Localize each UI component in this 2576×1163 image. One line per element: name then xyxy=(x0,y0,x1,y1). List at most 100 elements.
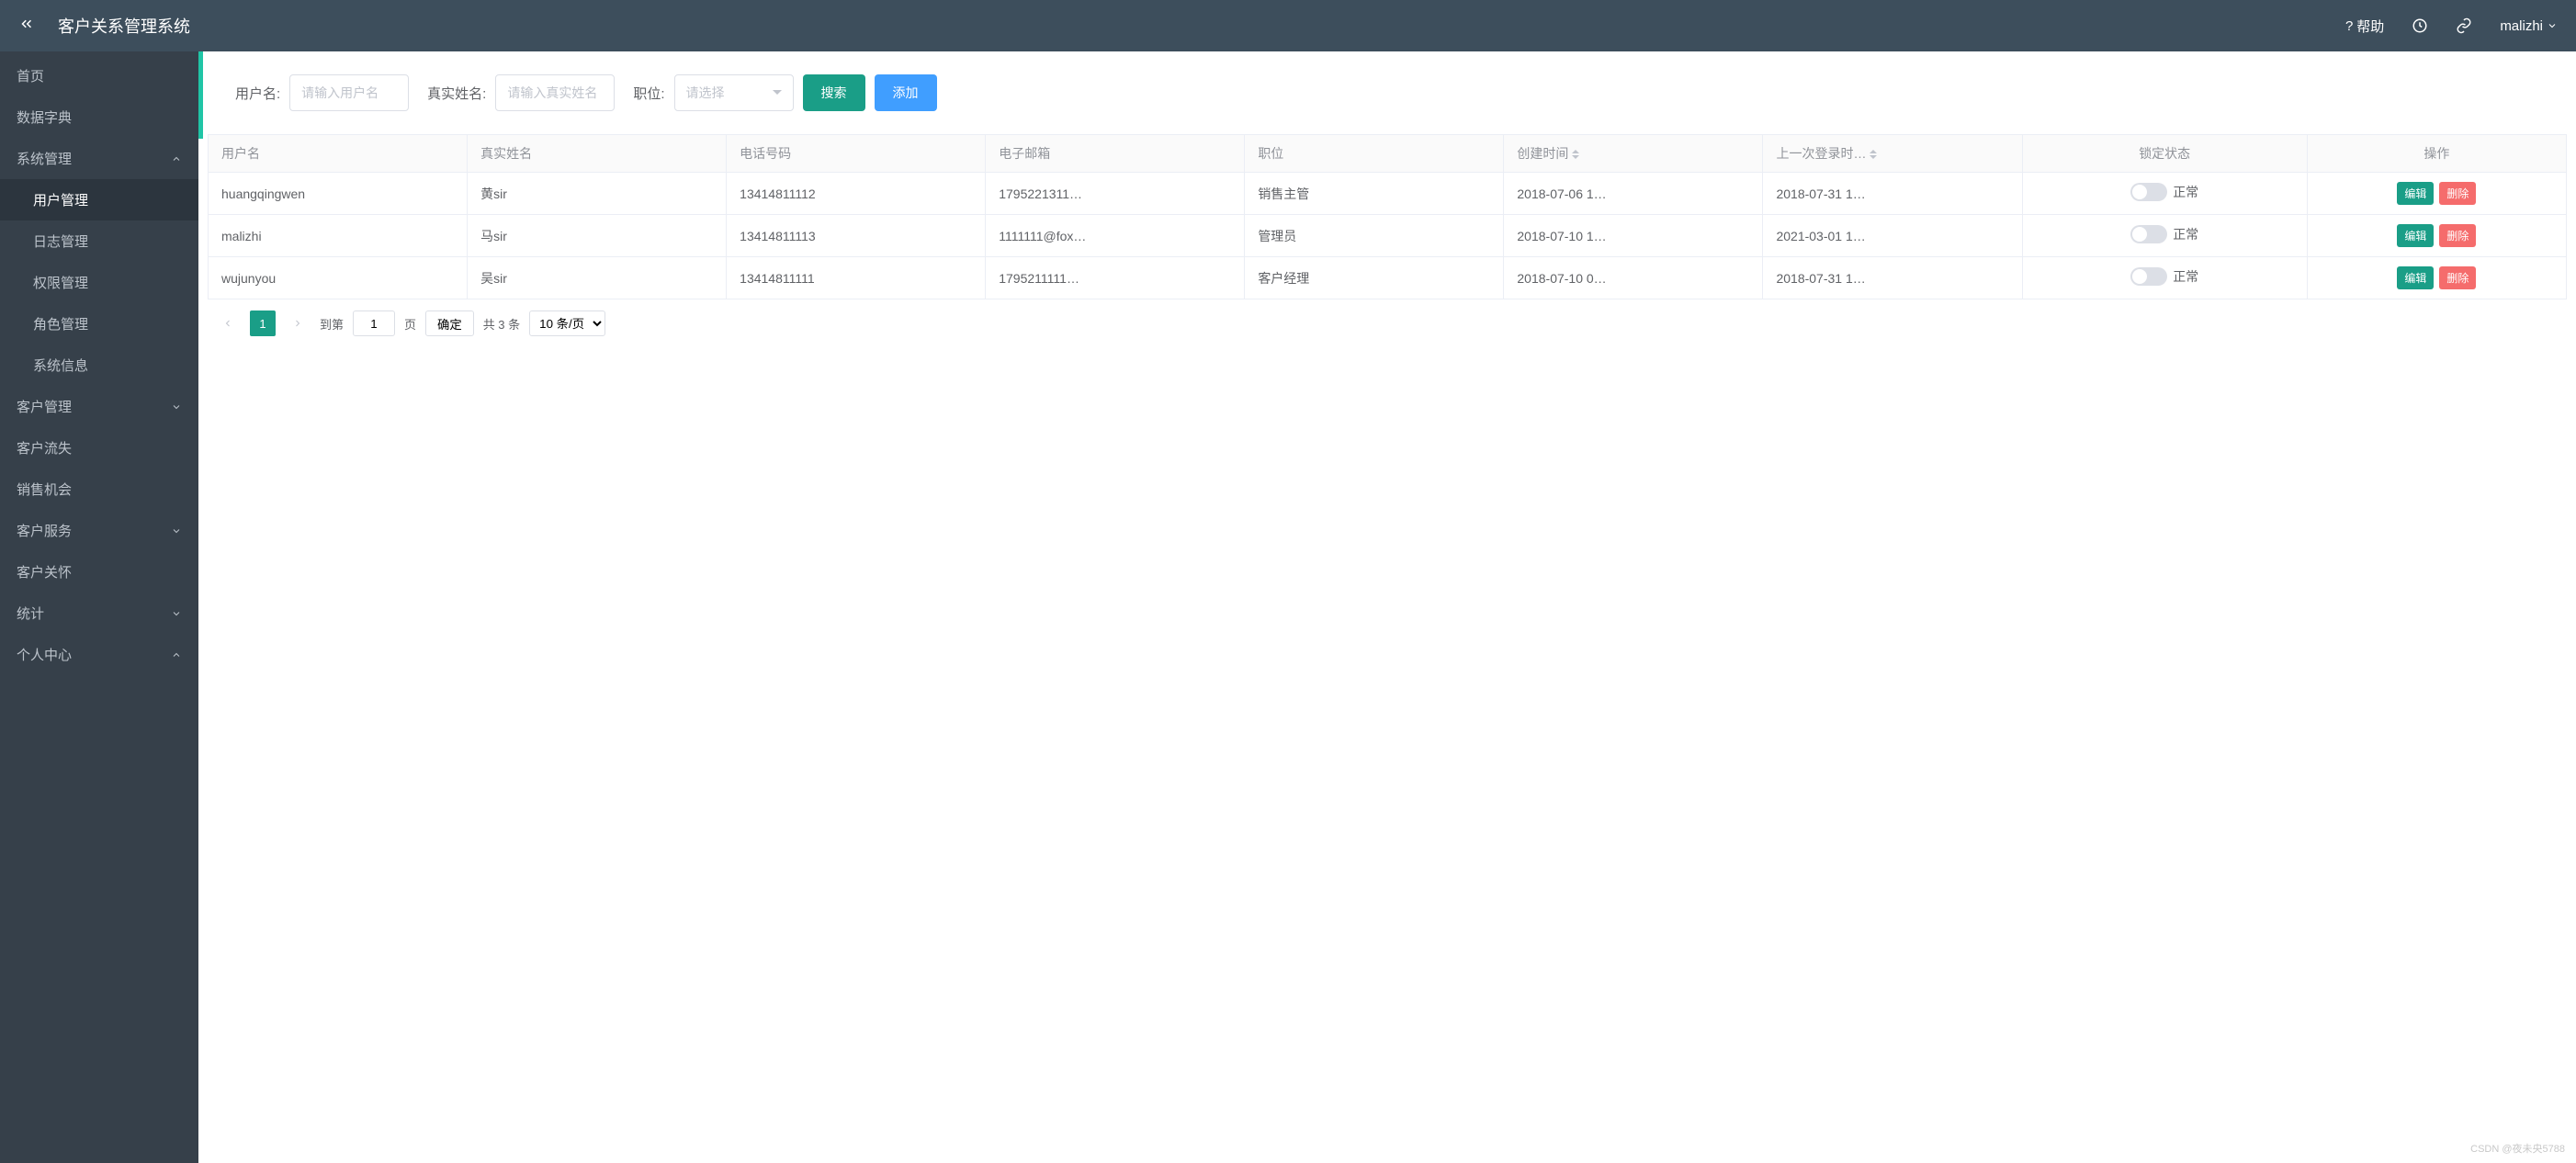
table-row: wujunyou吴sir134148111111795211111…客户经理20… xyxy=(209,257,2567,299)
history-icon[interactable] xyxy=(2412,17,2428,34)
search-bar: 用户名: 真实姓名: 职位: 请选择 搜索 添加 xyxy=(198,51,2576,134)
position-label: 职位: xyxy=(633,84,664,103)
page-number-1[interactable]: 1 xyxy=(250,311,276,336)
jump-suffix: 页 xyxy=(404,315,416,333)
search-button[interactable]: 搜索 xyxy=(803,74,865,111)
position-select[interactable]: 请选择 xyxy=(674,74,794,111)
username-label: 用户名: xyxy=(235,84,280,103)
pagination: 1 到第 页 确定 共 3 条 10 条/页 xyxy=(198,299,2576,347)
table-row: malizhi马sir134148111131111111@fox…管理员201… xyxy=(209,215,2567,257)
cell-phone: 13414811111 xyxy=(727,257,986,299)
question-icon: ? xyxy=(2345,18,2353,34)
prev-page-button[interactable] xyxy=(215,311,241,336)
sidebar-item-3[interactable]: 客户管理 xyxy=(0,386,198,427)
th-createtime[interactable]: 创建时间 xyxy=(1504,135,1763,173)
cell-email: 1795211111… xyxy=(986,257,1245,299)
cell-lastlogin: 2021-03-01 1… xyxy=(1763,215,2022,257)
realname-label: 真实姓名: xyxy=(427,84,486,103)
sidebar-subitem-2-0[interactable]: 用户管理 xyxy=(0,179,198,220)
realname-input[interactable] xyxy=(495,74,615,111)
sidebar-item-4[interactable]: 客户流失 xyxy=(0,427,198,469)
sidebar-item-7[interactable]: 客户关怀 xyxy=(0,551,198,593)
cell-realname: 黄sir xyxy=(468,173,727,215)
cell-email: 1111111@fox… xyxy=(986,215,1245,257)
lock-toggle[interactable] xyxy=(2130,225,2167,243)
cell-username: malizhi xyxy=(209,215,468,257)
app-title: 客户关系管理系统 xyxy=(58,14,190,38)
sidebar-subitem-2-3[interactable]: 角色管理 xyxy=(0,303,198,344)
sidebar-subitem-2-4[interactable]: 系统信息 xyxy=(0,344,198,386)
sidebar-item-label: 客户服务 xyxy=(17,521,72,540)
sort-icon xyxy=(1572,146,1579,163)
link-icon[interactable] xyxy=(2456,17,2472,34)
position-placeholder: 请选择 xyxy=(686,84,725,102)
help-label: 帮助 xyxy=(2356,17,2384,36)
jump-confirm-button[interactable]: 确定 xyxy=(425,311,474,336)
delete-button[interactable]: 删除 xyxy=(2439,182,2476,205)
lock-label: 正常 xyxy=(2173,183,2198,201)
sidebar-item-label: 客户流失 xyxy=(17,438,72,457)
edit-button[interactable]: 编辑 xyxy=(2397,224,2434,247)
chevron-down-icon xyxy=(2547,20,2558,31)
sidebar-item-1[interactable]: 数据字典 xyxy=(0,96,198,138)
username-input[interactable] xyxy=(289,74,409,111)
sidebar-subitem-2-2[interactable]: 权限管理 xyxy=(0,262,198,303)
th-username: 用户名 xyxy=(209,135,468,173)
th-email: 电子邮箱 xyxy=(986,135,1245,173)
total-count: 共 3 条 xyxy=(483,315,520,333)
cell-lockstatus: 正常 xyxy=(2022,173,2307,215)
sidebar-item-label: 首页 xyxy=(17,66,44,85)
cell-username: wujunyou xyxy=(209,257,468,299)
sidebar-item-label: 销售机会 xyxy=(17,480,72,499)
sidebar-item-2[interactable]: 系统管理 xyxy=(0,138,198,179)
lock-toggle[interactable] xyxy=(2130,267,2167,286)
edit-button[interactable]: 编辑 xyxy=(2397,266,2434,289)
next-page-button[interactable] xyxy=(285,311,311,336)
cell-lockstatus: 正常 xyxy=(2022,257,2307,299)
cell-actions: 编辑删除 xyxy=(2307,257,2566,299)
sidebar-item-0[interactable]: 首页 xyxy=(0,55,198,96)
add-button[interactable]: 添加 xyxy=(875,74,937,111)
th-actions: 操作 xyxy=(2307,135,2566,173)
th-lastlogin[interactable]: 上一次登录时… xyxy=(1763,135,2022,173)
cell-actions: 编辑删除 xyxy=(2307,215,2566,257)
sidebar-item-9[interactable]: 个人中心 xyxy=(0,634,198,675)
user-menu[interactable]: malizhi xyxy=(2500,18,2558,34)
cell-email: 1795221311… xyxy=(986,173,1245,215)
help-link[interactable]: ? 帮助 xyxy=(2345,17,2384,36)
sidebar-item-5[interactable]: 销售机会 xyxy=(0,469,198,510)
delete-button[interactable]: 删除 xyxy=(2439,224,2476,247)
lock-toggle[interactable] xyxy=(2130,183,2167,201)
sidebar: 首页数据字典系统管理用户管理日志管理权限管理角色管理系统信息客户管理客户流失销售… xyxy=(0,51,198,1163)
header: 客户关系管理系统 ? 帮助 malizhi xyxy=(0,0,2576,51)
chevron-up-icon xyxy=(171,153,182,164)
edit-button[interactable]: 编辑 xyxy=(2397,182,2434,205)
sidebar-item-label: 个人中心 xyxy=(17,645,72,664)
sidebar-item-label: 系统管理 xyxy=(17,149,72,168)
cell-phone: 13414811113 xyxy=(727,215,986,257)
sidebar-item-8[interactable]: 统计 xyxy=(0,593,198,634)
th-position: 职位 xyxy=(1245,135,1504,173)
cell-phone: 13414811112 xyxy=(727,173,986,215)
table-row: huangqingwen黄sir134148111121795221311…销售… xyxy=(209,173,2567,215)
sidebar-item-label: 客户关怀 xyxy=(17,562,72,582)
sidebar-item-label: 统计 xyxy=(17,604,44,623)
cell-lastlogin: 2018-07-31 1… xyxy=(1763,173,2022,215)
lock-label: 正常 xyxy=(2173,267,2198,286)
cell-position: 管理员 xyxy=(1245,215,1504,257)
sidebar-collapse-icon[interactable] xyxy=(18,16,35,37)
chevron-down-icon xyxy=(171,401,182,412)
per-page-select[interactable]: 10 条/页 xyxy=(529,311,605,336)
accent-bar xyxy=(198,51,203,139)
delete-button[interactable]: 删除 xyxy=(2439,266,2476,289)
sidebar-item-label: 数据字典 xyxy=(17,107,72,127)
lock-label: 正常 xyxy=(2173,225,2198,243)
cell-username: huangqingwen xyxy=(209,173,468,215)
jump-page-input[interactable] xyxy=(353,311,395,336)
sidebar-item-6[interactable]: 客户服务 xyxy=(0,510,198,551)
user-table: 用户名 真实姓名 电话号码 电子邮箱 职位 创建时间 上一次登录时… 锁定状态 … xyxy=(208,134,2567,299)
sidebar-subitem-2-1[interactable]: 日志管理 xyxy=(0,220,198,262)
cell-lockstatus: 正常 xyxy=(2022,215,2307,257)
th-lockstatus: 锁定状态 xyxy=(2022,135,2307,173)
cell-createtime: 2018-07-10 1… xyxy=(1504,215,1763,257)
